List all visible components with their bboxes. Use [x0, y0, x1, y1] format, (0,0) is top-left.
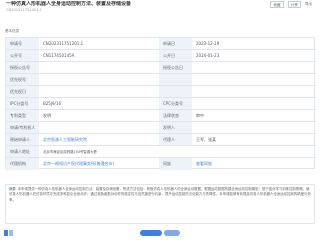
info-row: 优先权日	[6, 86, 316, 98]
row-label: 发明人	[159, 122, 192, 133]
row-value: B25J9/16	[43, 101, 61, 106]
row-value: 王军、张某	[196, 136, 216, 142]
info-row: 专利类型 发明 法律状态 审中	[6, 110, 316, 122]
info-row: 申请/专利权人 发明人	[6, 122, 316, 134]
header-actions: 收藏 分享 导出	[270, 1, 312, 8]
info-row: 授权公告号 授权公告日	[6, 62, 316, 74]
row-value: 2024-01-23	[196, 53, 220, 58]
info-row: 原始申请人 北京智源人工智能研究院 代理人 王军、张某	[6, 134, 316, 146]
row-value	[192, 86, 316, 97]
row-label: 优先权号	[6, 74, 39, 85]
share-button[interactable]: 分享	[287, 1, 301, 8]
info-row: 公开号 CN117450145A 公开日 2024-01-23	[6, 50, 316, 62]
row-value	[39, 86, 159, 97]
row-label	[159, 86, 192, 97]
row-label: 公开日	[159, 50, 192, 61]
row-value	[192, 98, 316, 109]
row-value	[192, 62, 316, 73]
row-value: 北京市海淀区成府路150号智源大厦	[43, 150, 97, 154]
row-label: 代理人	[159, 134, 192, 145]
row-value: 2023-12-19	[196, 41, 220, 46]
row-value: CN202311751201.1	[43, 41, 84, 46]
row-label: CPC分类号	[159, 98, 192, 109]
row-value	[39, 62, 159, 73]
patent-title: 一种仿真人形机器人全身运动控制方法、装置及存储设备	[6, 1, 132, 7]
agency-link[interactable]: 北京一格知识产权代理事务所(普通合伙)	[39, 158, 159, 170]
row-label: 公开号	[6, 50, 39, 61]
row-value	[39, 74, 159, 85]
applicant-link[interactable]: 北京智源人工智能研究院	[39, 134, 159, 145]
logo-icon	[4, 230, 13, 236]
info-table: 申请号 CN202311751201.1 申请日 2023-12-19 公开号 …	[5, 37, 316, 170]
row-value	[39, 122, 159, 133]
row-label: 优先权日	[6, 86, 39, 97]
export-button[interactable]: 导出	[305, 1, 312, 8]
row-label: 同族	[159, 158, 192, 170]
info-row: 优先权号	[6, 74, 316, 86]
row-label: 申请日	[159, 38, 192, 49]
row-value	[192, 122, 316, 133]
row-label: 授权公告日	[159, 62, 192, 73]
info-row: 申请号 CN202311751201.1 申请日 2023-12-19	[6, 38, 316, 50]
row-label: IPC分类号	[6, 98, 39, 109]
row-label: 代理机构	[6, 158, 39, 170]
row-label: 专利类型	[6, 110, 39, 121]
row-value: CN117450145A	[43, 53, 75, 58]
row-label: 授权公告号	[6, 62, 39, 73]
footer	[0, 228, 320, 240]
patent-number: CN202311751201.1	[6, 8, 43, 12]
secondary-action-button[interactable]	[164, 230, 180, 236]
info-row: 代理机构 北京一格知识产权代理事务所(普通合伙) 同族 查看同族	[6, 158, 316, 170]
abstract-label: 摘要	[9, 187, 16, 191]
row-value: 审中	[196, 112, 204, 118]
section-title: 基本信息	[5, 29, 20, 33]
info-row: IPC分类号 B25J9/16 CPC分类号	[6, 98, 316, 110]
row-label	[159, 74, 192, 85]
row-label: 原始申请人	[6, 134, 39, 145]
abstract-section: 摘要 本申请提供一种仿真人形机器人全身运动控制方法、装置及存储设备，所述方法包括：…	[5, 184, 315, 224]
row-label: 申请人地址	[6, 146, 39, 157]
row-label: 法律状态	[159, 110, 192, 121]
abstract-text: 本申请提供一种仿真人形机器人全身运动控制方法、装置及存储设备，所述方法包括：获取…	[9, 187, 311, 202]
row-value	[192, 74, 316, 85]
favorite-button[interactable]: 收藏	[270, 1, 284, 8]
row-label: 申请/专利权人	[6, 122, 39, 133]
family-link[interactable]: 查看同族	[192, 158, 316, 170]
info-row: 申请人地址 北京市海淀区成府路150号智源大厦	[6, 146, 316, 158]
patent-detail-page: 一种仿真人形机器人全身运动控制方法、装置及存储设备 CN202311751201…	[0, 0, 320, 240]
primary-action-button[interactable]	[140, 230, 162, 236]
page-header: 一种仿真人形机器人全身运动控制方法、装置及存储设备 CN202311751201…	[0, 0, 320, 22]
row-label: 申请号	[6, 38, 39, 49]
row-value: 发明	[43, 112, 51, 118]
